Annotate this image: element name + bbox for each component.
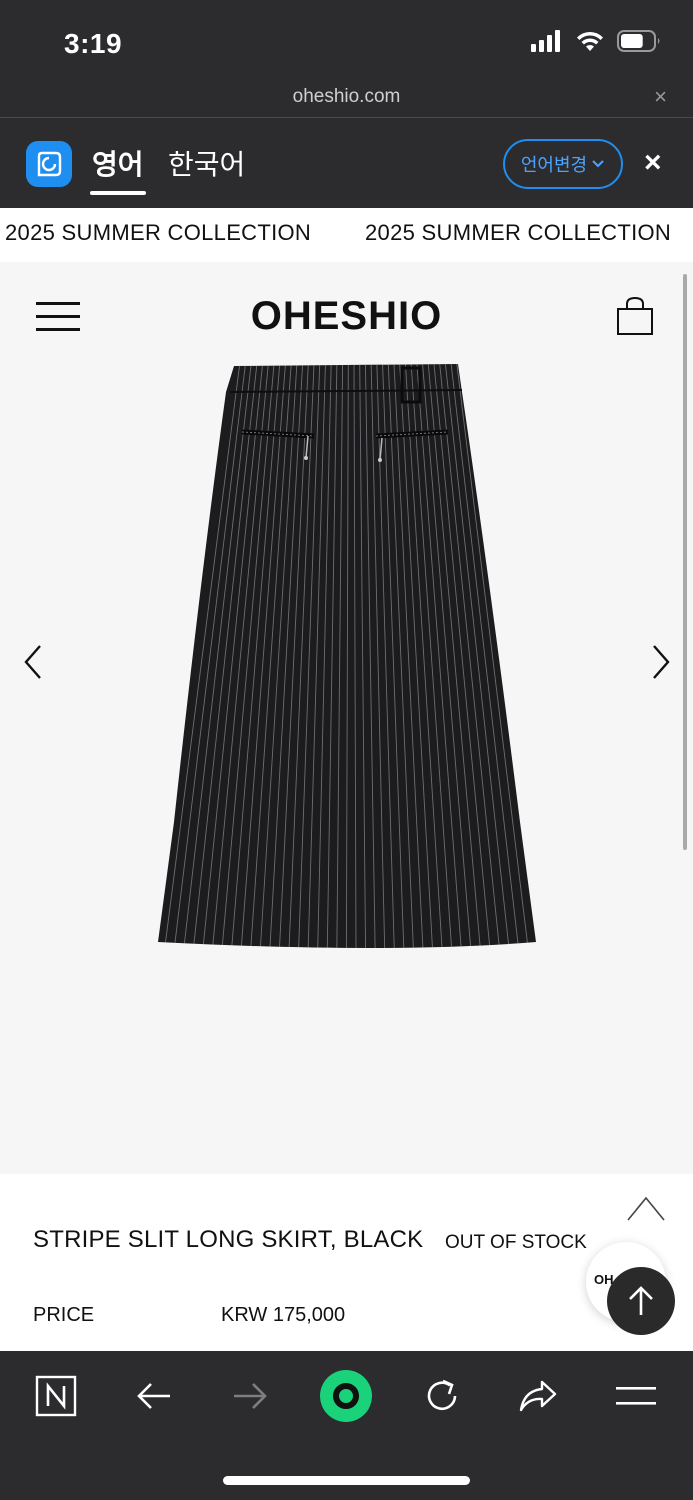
status-icons xyxy=(531,30,661,52)
scroll-to-top-button[interactable] xyxy=(607,1267,675,1335)
url-bar[interactable]: oheshio.com × xyxy=(0,80,693,118)
site-header: OHESHIO xyxy=(0,262,693,362)
collection-marquee: 2025 SUMMER COLLECTION 2025 SUMMER COLLE… xyxy=(0,208,693,262)
share-icon xyxy=(519,1380,557,1412)
arrow-up-icon xyxy=(629,1286,653,1315)
price-label: PRICE xyxy=(33,1304,95,1326)
translate-bar: 영어 한국어 언어변경 × xyxy=(0,118,693,208)
battery-icon xyxy=(617,30,660,52)
product-name: STRIPE SLIT LONG SKIRT, BLACK xyxy=(33,1226,424,1253)
chevron-up-icon[interactable] xyxy=(626,1194,666,1222)
browser-toolbar xyxy=(0,1351,693,1500)
url-domain[interactable]: oheshio.com xyxy=(0,86,693,108)
reload-button[interactable] xyxy=(412,1371,472,1421)
status-bar: 3:19 xyxy=(0,0,693,80)
forward-arrow-icon xyxy=(234,1383,267,1409)
green-circle-icon xyxy=(320,1370,372,1422)
change-language-button[interactable]: 언어변경 xyxy=(503,139,623,189)
change-language-label: 언어변경 xyxy=(520,155,588,176)
home-indicator[interactable] xyxy=(223,1476,470,1485)
product-image xyxy=(158,364,536,948)
site-content: OHESHIO xyxy=(0,262,693,1174)
share-button[interactable] xyxy=(508,1371,568,1421)
prev-image-arrow-icon[interactable] xyxy=(22,642,46,682)
next-image-arrow-icon[interactable] xyxy=(648,642,672,682)
green-action-button[interactable] xyxy=(316,1370,376,1422)
page-scrollbar[interactable] xyxy=(683,274,687,850)
menu-button[interactable] xyxy=(606,1371,666,1421)
stock-status: OUT OF STOCK xyxy=(445,1232,587,1253)
chevron-down-icon xyxy=(592,160,604,168)
papago-logo-icon[interactable] xyxy=(26,141,72,187)
back-button[interactable] xyxy=(124,1371,184,1421)
brand-logo[interactable]: OHESHIO xyxy=(0,294,693,339)
forward-button[interactable] xyxy=(220,1371,280,1421)
menu-icon xyxy=(616,1387,656,1405)
reload-icon xyxy=(427,1379,457,1411)
marquee-item: 2025 SUMMER COLLECTION xyxy=(5,220,312,245)
tab-english[interactable]: 영어 xyxy=(90,143,146,195)
wifi-icon xyxy=(577,31,603,51)
marquee-item: 2025 SUMMER COLLECTION xyxy=(365,220,672,245)
back-arrow-icon xyxy=(137,1383,170,1409)
shopping-bag-icon[interactable] xyxy=(616,296,654,336)
naver-home-button[interactable] xyxy=(26,1371,86,1421)
price-value: KRW 175,000 xyxy=(221,1304,346,1326)
tab-korean[interactable]: 한국어 xyxy=(168,143,245,183)
url-close-icon[interactable]: × xyxy=(654,84,667,110)
naver-home-icon xyxy=(35,1375,77,1417)
signal-icon xyxy=(531,30,560,52)
translate-close-icon[interactable]: × xyxy=(644,146,662,180)
status-time: 3:19 xyxy=(64,28,123,59)
product-info: STRIPE SLIT LONG SKIRT, BLACK OUT OF STO… xyxy=(0,1174,693,1351)
